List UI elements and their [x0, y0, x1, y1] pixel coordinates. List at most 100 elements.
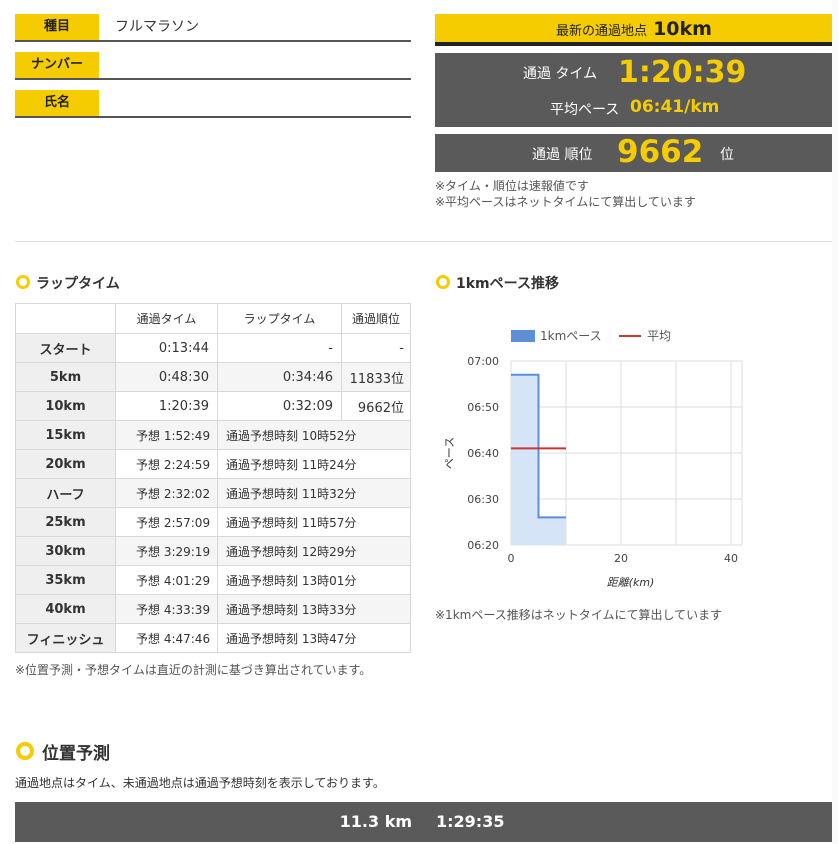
- pass-rank-label: 通過 順位: [532, 147, 593, 163]
- name-row: 氏名: [15, 90, 411, 118]
- pass-rank-value: 9662: [617, 134, 704, 170]
- avg-pace-value: 06:41/km: [630, 97, 720, 117]
- lap-pass-time: 予想 2:57:09: [115, 507, 218, 537]
- name-label: 氏名: [15, 90, 99, 116]
- lap-pass-time: 予想 1:52:49: [115, 420, 218, 450]
- table-row: 20km 予想 2:24:59 通過予想時刻 11時24分: [15, 449, 411, 479]
- lap-pass-time: 0:48:30: [115, 362, 218, 392]
- lap-title: ラップタイム: [36, 276, 120, 292]
- prediction-time: 1:29:35: [436, 812, 505, 831]
- lap-pass-time: 予想 4:01:29: [115, 565, 218, 595]
- lap-rank: 9662位: [341, 391, 411, 421]
- lap-pass-time: 0:13:44: [115, 333, 218, 363]
- lap-lap-time: 0:34:46: [217, 362, 342, 392]
- lap-point: スタート: [15, 333, 116, 363]
- lap-table: 通過タイム ラップタイム 通過順位 スタート 0:13:44 - - 5km 0…: [15, 303, 411, 653]
- chart-axes: 06:20 06:30 06:40 06:50 07:00 0 20 40 距離(km) ペース: [443, 355, 738, 589]
- prediction-bar: 11.3 km 1:29:35: [15, 802, 833, 842]
- lap-rank: 11833位: [341, 362, 411, 392]
- lap-point: 20km: [15, 449, 116, 479]
- lap-point: 35km: [15, 565, 116, 595]
- lap-point: フィニッシュ: [15, 623, 116, 653]
- lap-title-ring-icon: [16, 275, 30, 289]
- lap-lap-time: 通過予想時刻 13時01分: [217, 565, 411, 595]
- lap-pass-time: 予想 2:32:02: [115, 478, 218, 508]
- lap-lap-time: -: [217, 333, 342, 363]
- pass-time-panel: 通過 タイム 1:20:39 平均ペース 06:41/km: [435, 53, 833, 127]
- lap-note: ※位置予測・予想タイムは直近の計測に基づき算出されています。: [15, 663, 372, 677]
- latest-point-banner: 最新の通過地点 10km: [435, 14, 833, 46]
- lap-lap-time: 通過予想時刻 11時57分: [217, 507, 411, 537]
- pace-chart-title: 1kmペース推移: [456, 276, 559, 292]
- latest-point-value: 10km: [653, 18, 712, 40]
- lap-point: 40km: [15, 594, 116, 624]
- lap-point: 25km: [15, 507, 116, 537]
- lap-lap-time: 通過予想時刻 11時24分: [217, 449, 411, 479]
- y-tick-label: 06:50: [467, 401, 499, 414]
- x-axis-title: 距離(km): [607, 576, 655, 589]
- x-tick-label: 40: [724, 552, 738, 565]
- lap-lap-time: 通過予想時刻 12時29分: [217, 536, 411, 566]
- table-row: 35km 予想 4:01:29 通過予想時刻 13時01分: [15, 565, 411, 595]
- prediction-description: 通過地点はタイム、未通過地点は通過予想時刻を表示しております。: [15, 776, 385, 790]
- lap-header-point: [15, 303, 116, 334]
- lap-pass-time: 予想 4:47:46: [115, 623, 218, 653]
- legend-swatch-pace: [511, 330, 535, 342]
- lap-header-rank: 通過順位: [341, 303, 411, 334]
- x-tick-label: 20: [614, 552, 628, 565]
- prediction-title-ring-icon: [16, 742, 34, 760]
- table-row: 25km 予想 2:57:09 通過予想時刻 11時57分: [15, 507, 411, 537]
- note-pace: ※平均ペースはネットタイムにて算出しています: [435, 195, 696, 209]
- y-tick-label: 06:30: [467, 493, 499, 506]
- y-axis-title: ペース: [443, 437, 456, 469]
- table-row: 15km 予想 1:52:49 通過予想時刻 10時52分: [15, 420, 411, 450]
- lap-lap-time: 0:32:09: [217, 391, 342, 421]
- event-label: 種目: [15, 14, 99, 40]
- latest-point-label: 最新の通過地点: [556, 24, 648, 39]
- avg-pace-label: 平均ペース: [550, 102, 620, 118]
- lap-header-row: 通過タイム ラップタイム 通過順位: [15, 303, 411, 334]
- y-tick-label: 06:40: [467, 447, 499, 460]
- lap-point: ハーフ: [15, 478, 116, 508]
- x-tick-label: 0: [508, 552, 515, 565]
- y-tick-label: 07:00: [467, 355, 499, 368]
- y-tick-label: 06:20: [467, 539, 499, 552]
- table-row: ハーフ 予想 2:32:02 通過予想時刻 11時32分: [15, 478, 411, 508]
- pass-time-label: 通過 タイム: [523, 66, 598, 82]
- prediction-title: 位置予測: [42, 744, 110, 764]
- table-row: 5km 0:48:30 0:34:46 11833位: [15, 362, 411, 392]
- pace-note: ※1kmペース推移はネットタイムにて算出しています: [435, 608, 723, 622]
- lap-header-pass-time: 通過タイム: [115, 303, 218, 334]
- lap-point: 15km: [15, 420, 116, 450]
- lap-lap-time: 通過予想時刻 13時47分: [217, 623, 411, 653]
- pass-rank-panel: 通過 順位 9662 位: [435, 134, 833, 172]
- lap-lap-time: 通過予想時刻 10時52分: [217, 420, 411, 450]
- section-divider: [15, 241, 832, 242]
- scrollbar[interactable]: [832, 0, 838, 844]
- number-row: ナンバー: [15, 52, 411, 80]
- lap-point: 5km: [15, 362, 116, 392]
- lap-lap-time: 通過予想時刻 13時33分: [217, 594, 411, 624]
- number-label: ナンバー: [15, 52, 99, 78]
- table-row: スタート 0:13:44 - -: [15, 333, 411, 363]
- lap-point: 30km: [15, 536, 116, 566]
- chart-legend: 1kmペース 平均: [511, 329, 671, 343]
- pass-time-value: 1:20:39: [618, 55, 747, 90]
- table-row: 10km 1:20:39 0:32:09 9662位: [15, 391, 411, 421]
- table-row: 30km 予想 3:29:19 通過予想時刻 12時29分: [15, 536, 411, 566]
- pace-title-ring-icon: [436, 275, 450, 289]
- table-row: フィニッシュ 予想 4:47:46 通過予想時刻 13時47分: [15, 623, 411, 653]
- table-row: 40km 予想 4:33:39 通過予想時刻 13時33分: [15, 594, 411, 624]
- lap-pass-time: 予想 3:29:19: [115, 536, 218, 566]
- prediction-distance: 11.3 km: [339, 812, 412, 831]
- lap-pass-time: 1:20:39: [115, 391, 218, 421]
- event-value: フルマラソン: [115, 19, 199, 35]
- lap-pass-time: 予想 4:33:39: [115, 594, 218, 624]
- lap-rank: -: [341, 333, 411, 363]
- lap-point: 10km: [15, 391, 116, 421]
- pace-chart: 06:2006:3006:4006:5007:000 20 40距離(km)ペース …: [443, 329, 743, 589]
- lap-pass-time: 予想 2:24:59: [115, 449, 218, 479]
- event-row: 種目 フルマラソン: [15, 14, 411, 42]
- note-speed: ※タイム・順位は速報値です: [435, 179, 589, 193]
- legend-label-pace: 1kmペース: [540, 329, 602, 343]
